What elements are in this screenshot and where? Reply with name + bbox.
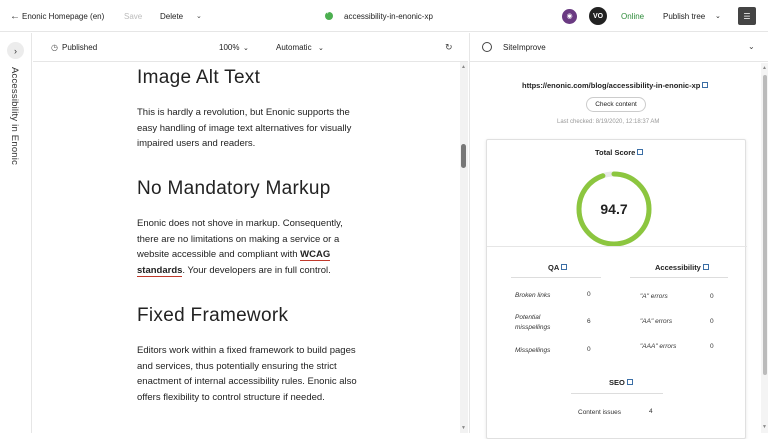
page-name: accessibility-in-enonic-xp: [344, 11, 433, 21]
seo-row-value: 4: [649, 408, 653, 415]
scroll-down-arrow-icon[interactable]: ▼: [461, 425, 466, 431]
chevron-right-icon: ›: [14, 45, 17, 56]
clock-icon: ◷: [51, 43, 58, 52]
published-status-icon: [325, 0, 333, 32]
siteimprove-panel: SiteImprove ⌄ https://enonic.com/blog/ac…: [469, 33, 768, 439]
qa-row-value: 6: [587, 318, 591, 325]
scroll-up-arrow-icon[interactable]: ▲: [461, 64, 466, 70]
total-score-value: 94.7: [600, 201, 628, 217]
panel-title: SiteImprove: [503, 43, 546, 52]
paragraph-no-mandatory-markup: Enonic does not shove in markup. Consequ…: [137, 218, 343, 277]
last-checked-text: Last checked: 8/19/2020, 12:18:37 AM: [557, 119, 660, 125]
accessibility-row-label: "A" errors: [640, 293, 668, 300]
preview-scrollbar[interactable]: [460, 62, 468, 433]
mode-chevron-down-icon[interactable]: ⌄: [318, 33, 324, 62]
divider: [487, 246, 747, 247]
qa-row-value: 0: [587, 291, 591, 298]
content-title-vertical: Accessibility in Enonic: [9, 67, 20, 166]
preview-scrollbar-thumb[interactable]: [461, 144, 466, 168]
online-status: Online: [621, 11, 645, 21]
zoom-chevron-down-icon[interactable]: ⌄: [243, 33, 249, 62]
menu-toggle-button[interactable]: ☰: [738, 0, 756, 32]
top-toolbar: ← Enonic Homepage (en) Save Delete ⌄ acc…: [0, 0, 768, 32]
accessibility-label: Accessibility: [655, 263, 709, 272]
scroll-down-arrow-icon[interactable]: ▼: [762, 424, 767, 430]
save-button[interactable]: Save: [124, 0, 142, 32]
accessibility-row-label: "AA" errors: [640, 318, 673, 325]
seo-label: SEO: [609, 378, 633, 387]
heading-fixed-framework: Fixed Framework: [137, 305, 289, 326]
seo-row-label: Content issues: [578, 409, 621, 416]
panel-scrollbar-thumb[interactable]: [763, 75, 767, 375]
user-avatar-icon[interactable]: ◉: [562, 0, 577, 32]
publish-chevron-down-icon[interactable]: ⌄: [715, 0, 721, 32]
qa-row-value: 0: [587, 346, 591, 353]
divider: [630, 277, 728, 278]
external-link-icon[interactable]: [561, 264, 568, 270]
external-link-icon[interactable]: [702, 82, 709, 88]
publish-tree-button[interactable]: Publish tree: [663, 0, 705, 32]
heading-no-mandatory-markup: No Mandatory Markup: [137, 178, 331, 199]
user-avatar[interactable]: VO: [589, 0, 607, 32]
scroll-up-arrow-icon[interactable]: ▲: [762, 65, 767, 71]
check-content-button[interactable]: Check content: [586, 97, 646, 112]
total-score-label: Total Score: [595, 148, 644, 157]
divider: [571, 393, 663, 394]
refresh-icon[interactable]: ↻: [445, 33, 453, 62]
app-title[interactable]: Enonic Homepage (en): [22, 0, 104, 32]
divider: [511, 277, 601, 278]
paragraph-image-alt-text: This is hardly a revolution, but Enonic …: [137, 107, 352, 150]
accessibility-row-value: 0: [710, 318, 714, 325]
menu-icon: ☰: [738, 7, 756, 25]
delete-button[interactable]: Delete: [160, 0, 183, 32]
qa-label: QA: [548, 263, 568, 272]
external-link-icon[interactable]: [626, 379, 633, 385]
paragraph-fixed-framework: Editors work within a fixed framework to…: [137, 345, 357, 403]
score-card: Total Score 94.7 QA Broken links 0 Poten…: [486, 139, 747, 439]
accessibility-row-value: 0: [710, 343, 714, 350]
device-mode-select[interactable]: Automatic: [276, 33, 312, 62]
external-link-icon[interactable]: [637, 149, 644, 155]
heading-image-alt-text: Image Alt Text: [137, 67, 261, 88]
qa-row-label: Broken links: [515, 292, 551, 299]
chevron-down-icon[interactable]: ⌄: [748, 42, 755, 51]
panel-header[interactable]: SiteImprove ⌄: [470, 33, 768, 62]
accessibility-row-label: "AAA" errors: [640, 343, 677, 350]
expand-panel-button[interactable]: ›: [7, 42, 24, 59]
siteimprove-icon: [482, 42, 492, 52]
page-preview: Image Alt Text This is hardly a revoluti…: [33, 62, 460, 433]
qa-row-label: Misspellings: [515, 347, 551, 354]
published-label: Published: [62, 43, 98, 52]
zoom-select[interactable]: 100%: [219, 33, 239, 62]
back-arrow-icon[interactable]: ←: [10, 0, 20, 32]
page-url[interactable]: https://enonic.com/blog/accessibility-in…: [522, 81, 709, 90]
accessibility-row-value: 0: [710, 293, 714, 300]
left-rail: › Accessibility in Enonic: [0, 33, 32, 433]
preview-toolbar: ◷ Published 100% ⌄ Automatic ⌄ ↻: [33, 33, 468, 62]
external-link-icon[interactable]: [702, 264, 709, 270]
qa-row-label: Potential misspellings: [515, 314, 551, 331]
chevron-down-icon[interactable]: ⌄: [196, 0, 202, 32]
